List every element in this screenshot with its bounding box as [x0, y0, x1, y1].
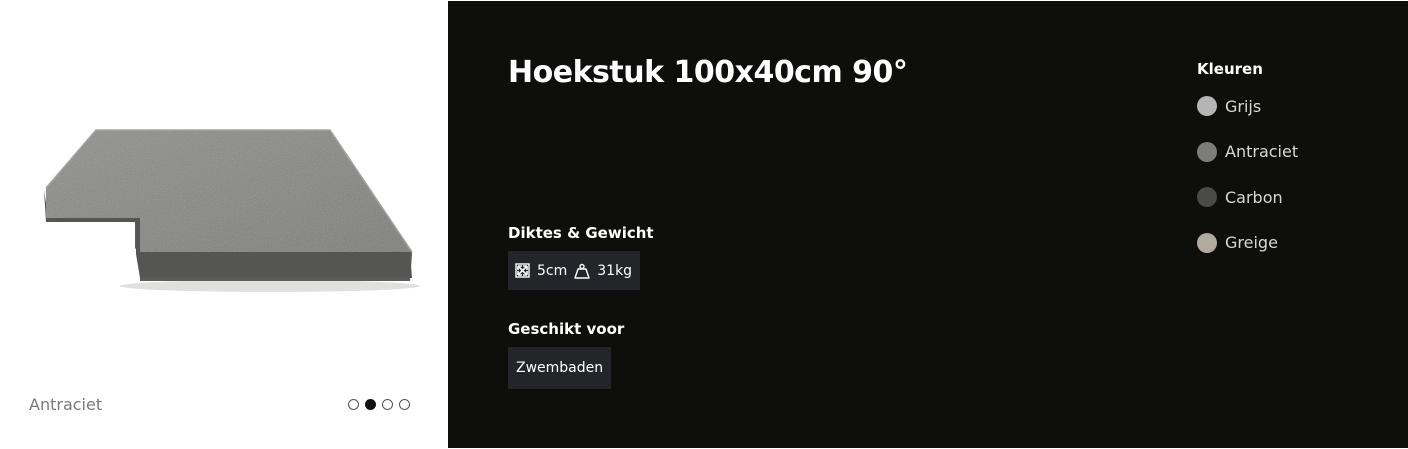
colors-heading: Kleuren	[1197, 60, 1263, 78]
color-swatch	[1197, 187, 1217, 207]
slide-dot-1[interactable]	[348, 399, 359, 410]
variant-label: Antraciet	[29, 395, 103, 414]
color-name: Greige	[1225, 233, 1278, 252]
weight-icon	[574, 263, 590, 279]
product-title: Hoekstuk 100x40cm 90°	[508, 55, 908, 90]
color-option-greige[interactable]: Greige	[1197, 232, 1298, 254]
color-name: Antraciet	[1225, 142, 1299, 161]
slide-dot-3[interactable]	[382, 399, 393, 410]
slide-indicators	[348, 399, 410, 410]
color-swatch	[1197, 232, 1217, 253]
color-name: Grijs	[1225, 96, 1262, 116]
expand-arrows-icon	[515, 263, 530, 278]
color-swatch	[1197, 141, 1217, 162]
slide-dot-4[interactable]	[399, 399, 410, 410]
suitable-heading: Geschikt voor	[508, 320, 625, 338]
specs-box: 5cm 31kg	[508, 251, 641, 290]
specs-heading: Diktes & Gewicht	[508, 224, 654, 242]
product-image	[44, 129, 420, 292]
color-option-carbon[interactable]: Carbon	[1197, 186, 1298, 208]
color-swatch	[1197, 96, 1217, 116]
color-name: Carbon	[1225, 187, 1283, 207]
thickness-value: 5cm	[537, 262, 568, 279]
color-option-grijs[interactable]: Grijs	[1197, 95, 1298, 117]
product-gallery: Antraciet	[0, 0, 448, 449]
color-list: Grijs Antraciet Carbon Greige	[1197, 95, 1298, 277]
product-details-panel: Hoekstuk 100x40cm 90° Diktes & Gewicht 5…	[448, 1, 1408, 448]
suitable-chip[interactable]: Zwembaden	[508, 347, 612, 389]
slide-dot-2[interactable]	[365, 399, 376, 410]
weight-value: 31kg	[597, 262, 633, 279]
color-option-antraciet[interactable]: Antraciet	[1197, 141, 1298, 163]
